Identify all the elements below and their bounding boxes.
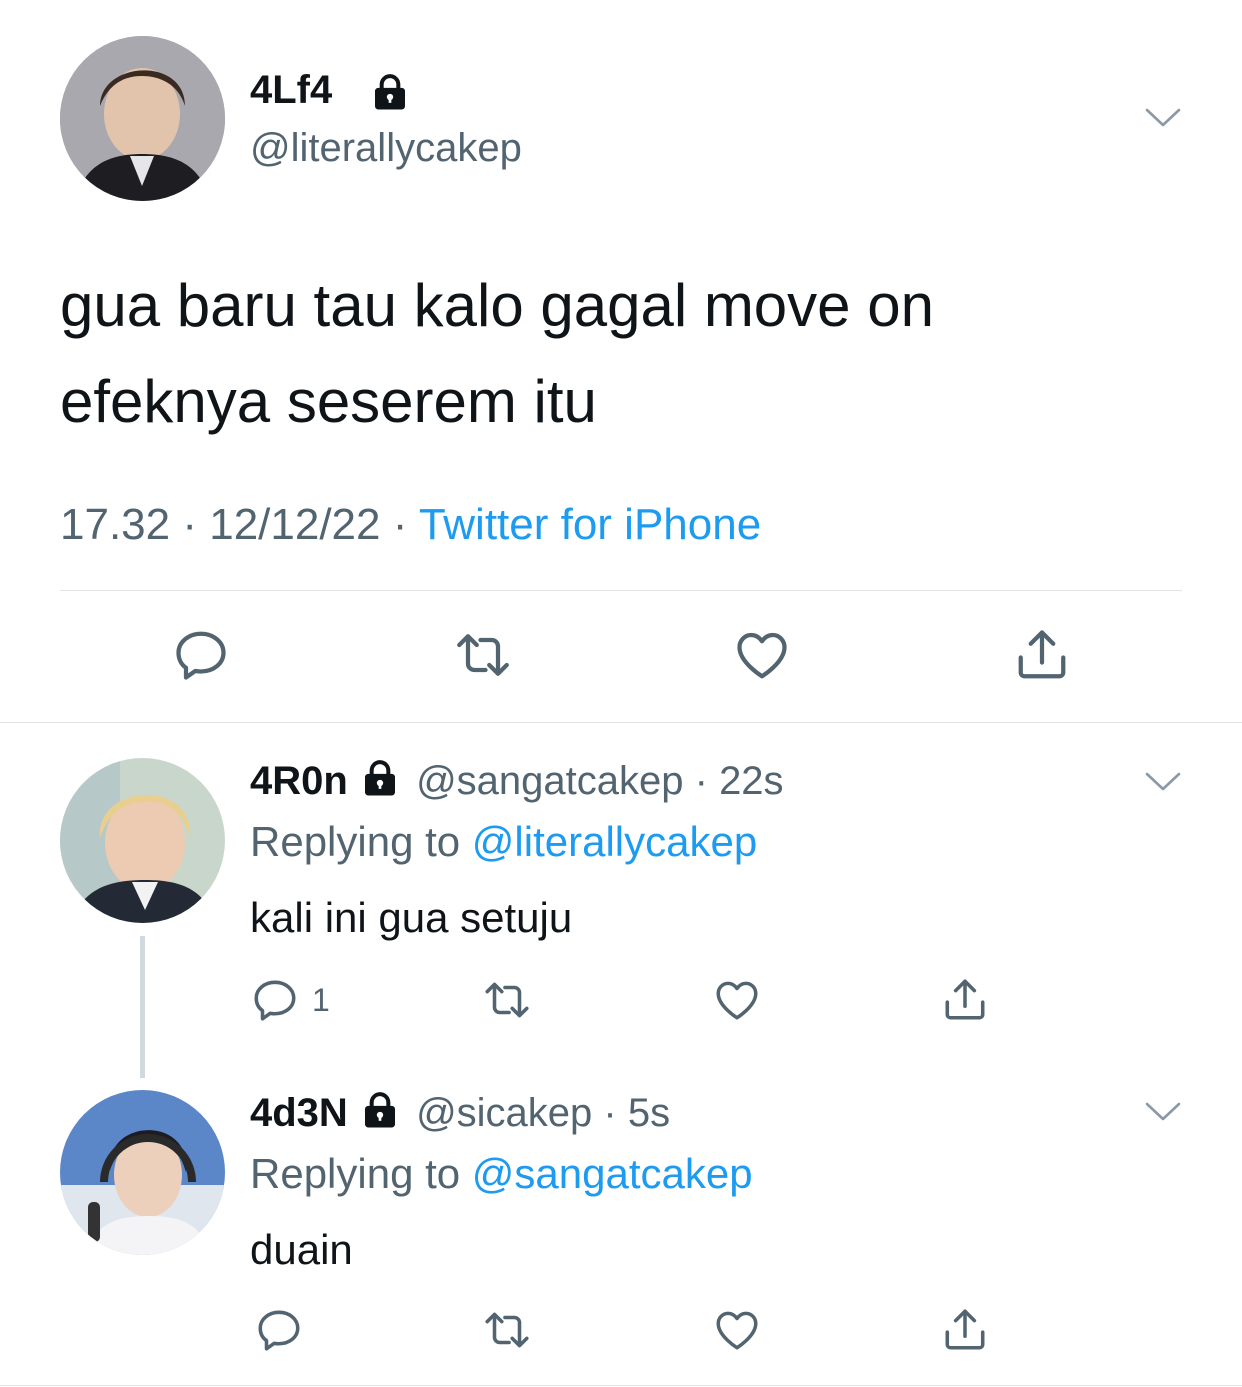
reply-age[interactable]: 5s	[628, 1091, 670, 1135]
reply-icon	[250, 975, 300, 1025]
replying-to-prefix: Replying to	[250, 1150, 472, 1197]
meta-separator: ·	[683, 759, 720, 803]
chevron-down-icon[interactable]	[1143, 104, 1183, 132]
retweet-button[interactable]	[482, 975, 532, 1025]
replying-to: Replying to @literallycakep	[250, 818, 757, 866]
replying-to-prefix: Replying to	[250, 818, 472, 865]
divider	[0, 722, 1242, 723]
reply-header: 4d3N @sicakep · 5s	[250, 1090, 670, 1136]
meta-separator: ·	[592, 1091, 628, 1135]
like-icon	[712, 975, 762, 1025]
reply-icon	[254, 1305, 304, 1355]
retweet-button[interactable]	[482, 1305, 532, 1355]
reply-header: 4R0n @sangatcakep · 22s	[250, 758, 784, 804]
reply-text: duain	[250, 1226, 353, 1273]
like-icon	[732, 625, 792, 685]
reply-handle[interactable]: @sangatcakep	[416, 759, 683, 803]
tweet-text-line: gua baru tau kalo gagal move on	[60, 272, 934, 339]
like-icon	[712, 1305, 762, 1355]
tweet-date[interactable]: 12/12/22	[209, 500, 380, 549]
tweet-source-link[interactable]: Twitter for iPhone	[419, 500, 761, 549]
retweet-icon	[482, 1305, 532, 1355]
meta-separator: ·	[380, 500, 419, 549]
author-avatar[interactable]	[60, 36, 225, 201]
lock-icon	[359, 1090, 405, 1130]
like-button[interactable]	[732, 625, 792, 685]
reply-age[interactable]: 22s	[719, 759, 784, 803]
tweet-time[interactable]: 17.32	[60, 500, 170, 549]
retweet-button[interactable]	[453, 625, 513, 685]
reply-text: kali ini gua setuju	[250, 894, 573, 941]
reply-button[interactable]: 1	[250, 975, 330, 1025]
reply-avatar[interactable]	[60, 1090, 225, 1255]
author-display-name[interactable]: 4Lf4	[250, 68, 332, 113]
share-icon	[940, 975, 990, 1025]
share-button[interactable]	[940, 975, 990, 1025]
author-handle[interactable]: @literallycakep	[250, 126, 522, 171]
replying-to: Replying to @sangatcakep	[250, 1150, 753, 1198]
like-button[interactable]	[712, 975, 762, 1025]
replying-to-link[interactable]: @literallycakep	[472, 818, 757, 865]
reply-display-name[interactable]: 4R0n	[250, 759, 348, 803]
reply-handle[interactable]: @sicakep	[416, 1091, 592, 1135]
tweet-meta: 17.32 · 12/12/22 · Twitter for iPhone	[60, 500, 761, 550]
reply-count: 1	[312, 981, 330, 1018]
meta-separator: ·	[170, 500, 210, 549]
retweet-icon	[453, 625, 513, 685]
like-button[interactable]	[712, 1305, 762, 1355]
thread-connector-line	[140, 936, 145, 1078]
chevron-down-icon[interactable]	[1143, 768, 1183, 796]
tweet-text: gua baru tau kalo gagal move on efeknya …	[60, 258, 1180, 450]
reply-icon	[171, 625, 231, 685]
reply-display-name[interactable]: 4d3N	[250, 1091, 348, 1135]
tweet-text-line: efeknya seserem itu	[60, 368, 597, 435]
reply-button[interactable]	[254, 1305, 304, 1355]
replying-to-link[interactable]: @sangatcakep	[472, 1150, 753, 1197]
chevron-down-icon[interactable]	[1143, 1098, 1183, 1126]
reply-button[interactable]	[171, 625, 231, 685]
retweet-icon	[482, 975, 532, 1025]
divider	[0, 1385, 1242, 1386]
reply-avatar[interactable]	[60, 758, 225, 923]
lock-icon	[369, 72, 411, 112]
share-button[interactable]	[1012, 625, 1072, 685]
lock-icon	[359, 758, 405, 798]
divider	[60, 590, 1182, 591]
share-icon	[940, 1305, 990, 1355]
share-icon	[1012, 625, 1072, 685]
share-button[interactable]	[940, 1305, 990, 1355]
